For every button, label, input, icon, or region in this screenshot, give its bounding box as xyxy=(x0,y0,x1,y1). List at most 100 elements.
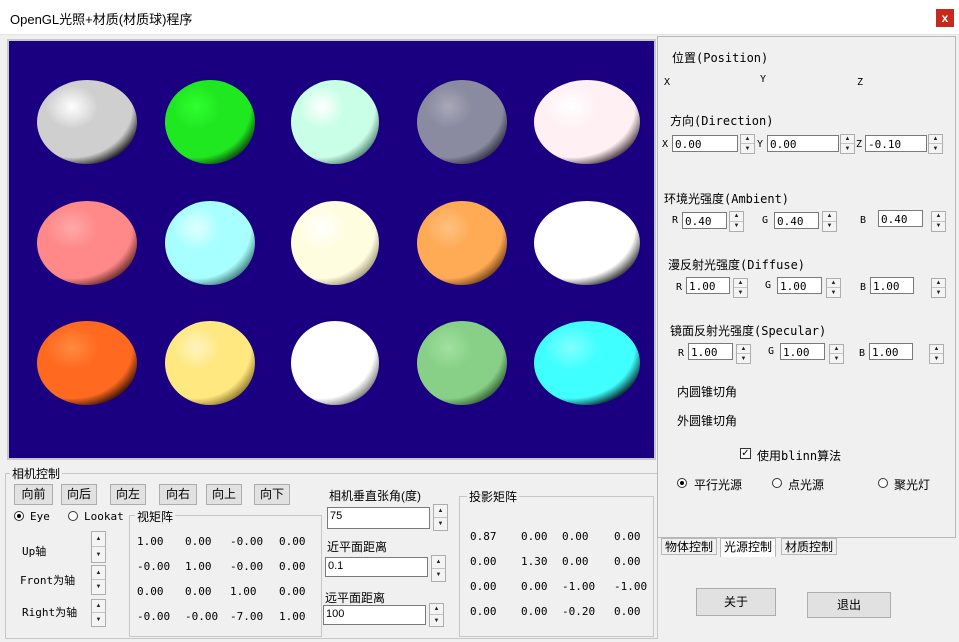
material-sphere xyxy=(534,321,640,405)
right-axis-label: Right为轴 xyxy=(22,606,78,619)
up-axis-spinner[interactable]: ▲ ▼ xyxy=(91,531,106,563)
directional-light-label: 平行光源 xyxy=(694,478,743,492)
spec-g-spinner[interactable]: ▲ ▼ xyxy=(829,344,844,364)
proj-matrix-cell: -1.00 xyxy=(614,580,648,593)
right-button[interactable]: 向右 xyxy=(159,484,197,505)
dif-r-input[interactable]: 1.00 xyxy=(686,277,730,294)
amb-b-input[interactable]: 0.40 xyxy=(878,210,923,227)
proj-matrix-cell: 0.00 xyxy=(562,555,589,568)
dir-y-input[interactable]: 0.00 xyxy=(767,135,839,152)
up-button[interactable]: 向上 xyxy=(206,484,242,505)
dif-r-spinner[interactable]: ▲ ▼ xyxy=(733,278,748,298)
lookat-label: Lookat xyxy=(84,510,124,523)
lookat-radio[interactable] xyxy=(68,511,78,521)
spec-g-input[interactable]: 1.00 xyxy=(780,343,825,360)
view-matrix-cell: -7.00 xyxy=(230,610,264,623)
directional-light-radio[interactable] xyxy=(677,478,687,488)
far-spinner[interactable]: ▲ ▼ xyxy=(429,603,444,627)
direction-label: 方向(Direction) xyxy=(670,114,774,128)
spec-r-input[interactable]: 1.00 xyxy=(688,343,733,360)
blinn-checkbox[interactable]: ✓ xyxy=(740,448,751,459)
near-spinner[interactable]: ▲ ▼ xyxy=(431,555,446,582)
dif-b-label: B xyxy=(860,282,867,293)
view-matrix-cell: 0.00 xyxy=(137,585,164,598)
proj-matrix-cell: 0.00 xyxy=(614,555,641,568)
point-light-label: 点光源 xyxy=(788,478,825,492)
amb-g-spinner[interactable]: ▲ ▼ xyxy=(822,211,837,232)
view-matrix-cell: 0.00 xyxy=(185,585,212,598)
camera-group-label: 相机控制 xyxy=(10,465,63,482)
amb-r-spinner[interactable]: ▲ ▼ xyxy=(729,211,744,232)
view-matrix-cell: 0.00 xyxy=(185,535,212,548)
view-matrix-cell: 0.00 xyxy=(279,560,306,573)
close-button[interactable]: x xyxy=(936,9,954,27)
tab-object-control[interactable]: 物体控制 xyxy=(661,538,718,555)
material-sphere xyxy=(37,201,137,285)
material-sphere xyxy=(37,80,137,164)
tab-material-control[interactable]: 材质控制 xyxy=(781,538,838,555)
dir-y-spinner[interactable]: ▲ ▼ xyxy=(840,134,855,154)
amb-b-spinner[interactable]: ▲ ▼ xyxy=(931,211,946,232)
spec-g-label: G xyxy=(768,346,775,357)
view-matrix-cell: -0.00 xyxy=(137,610,171,623)
material-sphere xyxy=(165,80,255,164)
amb-r-input[interactable]: 0.40 xyxy=(682,212,727,229)
proj-matrix-cell: 0.00 xyxy=(521,605,548,618)
down-button[interactable]: 向下 xyxy=(254,484,290,505)
front-axis-spinner[interactable]: ▲ ▼ xyxy=(91,565,106,595)
dir-z-spinner[interactable]: ▲ ▼ xyxy=(928,134,943,154)
near-input[interactable]: 0.1 xyxy=(325,557,428,577)
spec-b-label: B xyxy=(859,348,866,359)
dif-b-input[interactable]: 1.00 xyxy=(870,277,914,294)
spec-b-input[interactable]: 1.00 xyxy=(869,343,913,360)
dif-r-label: R xyxy=(676,282,683,293)
diffuse-label: 漫反射光强度(Diffuse) xyxy=(668,258,806,272)
backward-button[interactable]: 向后 xyxy=(61,484,97,505)
position-label: 位置(Position) xyxy=(672,51,769,65)
specular-label: 镜面反射光强度(Specular) xyxy=(670,324,827,338)
forward-button[interactable]: 向前 xyxy=(14,484,53,505)
dir-z-input[interactable]: -0.10 xyxy=(865,135,927,152)
eye-radio[interactable] xyxy=(14,511,24,521)
dif-g-input[interactable]: 1.00 xyxy=(777,277,822,294)
material-sphere xyxy=(165,321,255,405)
point-light-radio[interactable] xyxy=(772,478,782,488)
material-sphere xyxy=(291,321,379,405)
proj-matrix-cell: 0.00 xyxy=(614,605,641,618)
proj-matrix-cell: 0.00 xyxy=(470,605,497,618)
spec-b-spinner[interactable]: ▲ ▼ xyxy=(929,344,944,364)
dif-b-spinner[interactable]: ▲ ▼ xyxy=(931,278,946,298)
material-sphere xyxy=(291,201,379,285)
view-matrix-label: 视矩阵 xyxy=(135,508,176,525)
dif-g-spinner[interactable]: ▲ ▼ xyxy=(826,278,841,298)
about-button[interactable]: 关于 xyxy=(696,588,776,616)
ambient-label: 环境光强度(Ambient) xyxy=(664,192,790,206)
view-matrix-cell: 1.00 xyxy=(230,585,257,598)
proj-matrix-cell: 0.00 xyxy=(470,555,497,568)
proj-matrix-cell: 0.00 xyxy=(521,530,548,543)
spec-r-spinner[interactable]: ▲ ▼ xyxy=(736,344,751,364)
far-input[interactable]: 100 xyxy=(323,605,426,625)
window-title: OpenGL光照+材质(材质球)程序 xyxy=(10,12,193,27)
fov-input[interactable]: 75 xyxy=(327,507,430,529)
view-matrix-cell: 0.00 xyxy=(279,535,306,548)
opengl-viewport[interactable] xyxy=(7,39,656,460)
exit-button[interactable]: 退出 xyxy=(807,592,891,618)
material-sphere xyxy=(534,201,640,285)
view-matrix-cell: -0.00 xyxy=(185,610,219,623)
amb-b-label: B xyxy=(860,215,867,226)
right-axis-spinner[interactable]: ▲ ▼ xyxy=(91,599,106,627)
amb-g-input[interactable]: 0.40 xyxy=(774,212,819,229)
dir-x-input[interactable]: 0.00 xyxy=(672,135,738,152)
sphere-canvas xyxy=(37,80,640,405)
left-button[interactable]: 向左 xyxy=(110,484,146,505)
fov-spinner[interactable]: ▲ ▼ xyxy=(433,504,448,531)
dir-x-spinner[interactable]: ▲ ▼ xyxy=(740,134,755,154)
amb-r-label: R xyxy=(672,215,679,226)
material-sphere xyxy=(417,201,507,285)
tab-light-control[interactable]: 光源控制 xyxy=(720,538,777,557)
proj-matrix-cell: 0.87 xyxy=(470,530,497,543)
spot-light-radio[interactable] xyxy=(878,478,888,488)
proj-matrix-cell: 0.00 xyxy=(562,530,589,543)
proj-matrix-label: 投影矩阵 xyxy=(467,488,520,505)
